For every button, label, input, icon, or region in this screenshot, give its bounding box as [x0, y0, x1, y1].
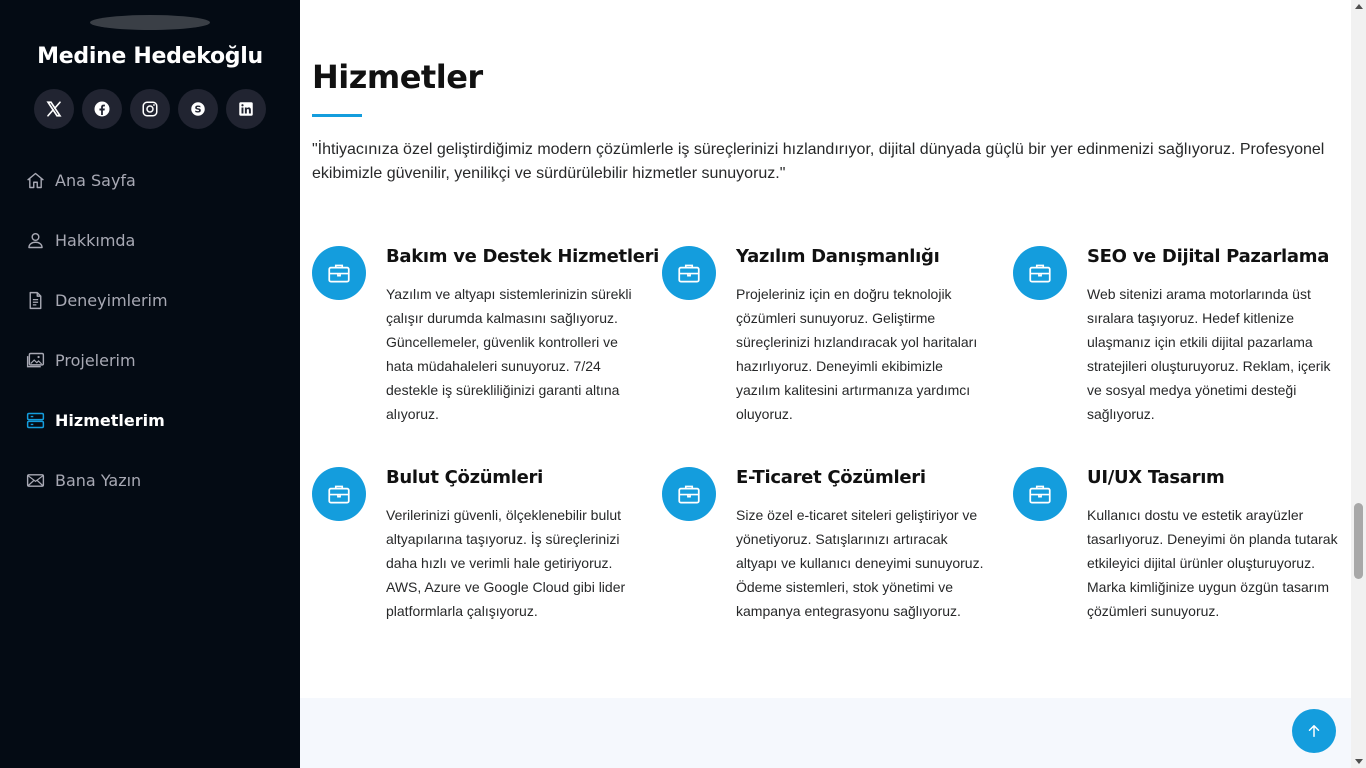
sidebar: Medine Hedekoğlu S Ana Sayfa Hakkımda De… [0, 0, 300, 768]
briefcase-icon [312, 246, 366, 300]
instagram-icon [142, 101, 158, 117]
service-title[interactable]: Bakım ve Destek Hizmetleri [386, 246, 659, 267]
social-link-skype[interactable]: S [178, 89, 218, 129]
person-icon [24, 229, 46, 251]
main-content: Hizmetler "İhtiyacınıza özel geliştirdiğ… [300, 0, 1351, 768]
profile-name: Medine Hedekoğlu [37, 44, 263, 69]
service-description: Verilerinizi güvenli, ölçeklenebilir bul… [386, 507, 626, 619]
sidebar-item-label: Projelerim [55, 350, 136, 370]
server-icon [24, 409, 46, 431]
scroll-to-top-button[interactable] [1292, 709, 1336, 753]
service-description: Projeleriniz için en doğru teknolojik çö… [736, 286, 978, 422]
scrollbar-thumb[interactable] [1354, 503, 1363, 579]
section-title: Hizmetler [312, 58, 483, 96]
sidebar-nav: Ana Sayfa Hakkımda Deneyimlerim Projeler… [0, 150, 300, 510]
skype-icon: S [191, 102, 205, 116]
linkedin-icon [239, 102, 253, 116]
sidebar-item-contact[interactable]: Bana Yazın [0, 450, 300, 510]
sidebar-item-label: Hakkımda [55, 230, 136, 250]
scroll-up-arrow-icon[interactable] [1355, 4, 1363, 9]
sidebar-item-label: Deneyimlerim [55, 290, 168, 310]
briefcase-icon [312, 467, 366, 521]
svg-text:S: S [194, 104, 201, 115]
service-description: Web sitenizi arama motorlarında üst sıra… [1087, 286, 1331, 422]
social-links: S [34, 89, 266, 129]
sidebar-item-home[interactable]: Ana Sayfa [0, 150, 300, 210]
briefcase-icon [662, 467, 716, 521]
service-title[interactable]: E-Ticaret Çözümleri [736, 467, 926, 488]
sidebar-item-services[interactable]: Hizmetlerim [0, 390, 300, 450]
service-title[interactable]: Bulut Çözümleri [386, 467, 543, 488]
service-description: Yazılım ve altyapı sistemlerinizin sürek… [386, 286, 632, 422]
scroll-down-arrow-icon[interactable] [1355, 759, 1363, 764]
social-link-x[interactable] [34, 89, 74, 129]
service-title[interactable]: UI/UX Tasarım [1087, 467, 1225, 488]
social-link-facebook[interactable] [82, 89, 122, 129]
envelope-icon [24, 469, 46, 491]
service-title[interactable]: SEO ve Dijital Pazarlama [1087, 246, 1329, 267]
service-description: Size özel e-ticaret siteleri geliştiriyo… [736, 507, 984, 619]
x-twitter-icon [46, 101, 62, 117]
service-description: Kullanıcı dostu ve estetik arayüzler tas… [1087, 507, 1338, 619]
sidebar-item-label: Ana Sayfa [55, 170, 136, 190]
briefcase-icon [662, 246, 716, 300]
section-intro: "İhtiyacınıza özel geliştirdiğimiz moder… [312, 141, 1325, 182]
social-link-instagram[interactable] [130, 89, 170, 129]
sidebar-item-projects[interactable]: Projelerim [0, 330, 300, 390]
briefcase-icon [1013, 467, 1067, 521]
sidebar-item-about[interactable]: Hakkımda [0, 210, 300, 270]
sidebar-item-label: Hizmetlerim [55, 410, 165, 430]
facebook-icon [94, 101, 110, 117]
images-icon [24, 349, 46, 371]
arrow-up-icon [1308, 725, 1320, 737]
next-section-band [300, 698, 1351, 768]
avatar [90, 15, 210, 30]
page-scrollbar[interactable] [1351, 0, 1366, 768]
title-underline [312, 114, 362, 117]
sidebar-item-label: Bana Yazın [55, 470, 142, 490]
briefcase-icon [1013, 246, 1067, 300]
home-icon [24, 169, 46, 191]
social-link-linkedin[interactable] [226, 89, 266, 129]
sidebar-item-experience[interactable]: Deneyimlerim [0, 270, 300, 330]
service-title[interactable]: Yazılım Danışmanlığı [736, 246, 940, 267]
file-text-icon [24, 289, 46, 311]
